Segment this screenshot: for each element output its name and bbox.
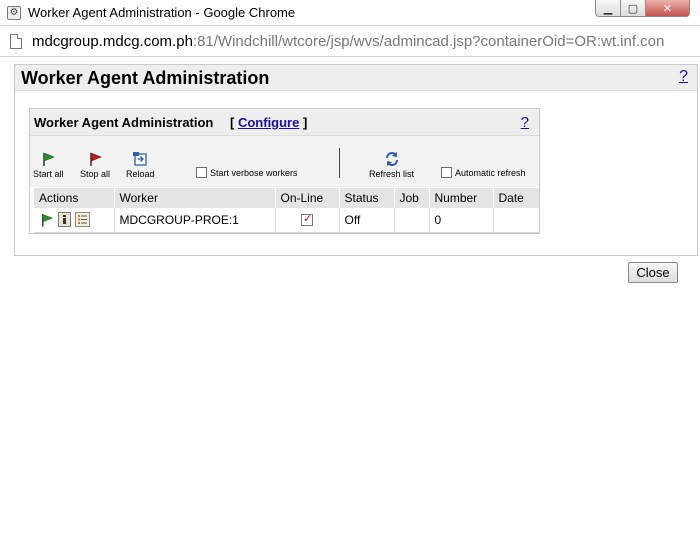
reload-label: Reload — [126, 169, 155, 179]
column-header[interactable]: Worker — [114, 188, 276, 208]
configure-wrapper: [ Configure ] — [230, 115, 307, 130]
automatic-refresh-label: Automatic refresh — [455, 167, 526, 178]
worker-cell: MDCGROUP-PROE:1 — [114, 208, 276, 233]
table-row: MDCGROUP-PROE:1 Off 0 — [34, 208, 539, 233]
outer-panel-header: Worker Agent Administration ? — [15, 65, 697, 91]
reload-button[interactable]: Reload — [126, 151, 155, 179]
log-list-icon[interactable] — [75, 212, 90, 228]
window-controls: ▁ ▢ ✕ — [595, 0, 690, 20]
job-cell — [394, 208, 430, 233]
close-window-icon[interactable]: ✕ — [646, 0, 690, 17]
close-button[interactable]: Close — [628, 262, 678, 283]
table-header-row: Actions Worker On-Line Status Job Number… — [34, 188, 539, 208]
info-icon[interactable] — [58, 212, 71, 228]
url-text[interactable]: mdcgroup.mdcg.com.ph:81/Windchill/wtcore… — [32, 33, 664, 50]
online-cell — [275, 208, 340, 233]
chrome-app-icon: ⚙ — [7, 6, 21, 20]
page-title: Worker Agent Administration — [21, 68, 270, 88]
page-icon — [10, 34, 22, 49]
window-title: Worker Agent Administration - Google Chr… — [28, 5, 296, 20]
reload-icon — [133, 152, 147, 166]
verbose-workers-checkbox[interactable] — [196, 167, 207, 178]
url-host: mdcgroup.mdcg.com.ph — [32, 33, 193, 50]
row-actions — [39, 212, 109, 228]
url-path: :81/Windchill/wtcore/jsp/wvs/admincad.js… — [192, 33, 665, 50]
red-flag-icon — [90, 152, 102, 166]
refresh-list-button[interactable]: Refresh list — [369, 151, 414, 179]
worker-panel: Worker Agent Administration [ Configure … — [29, 108, 540, 234]
stop-all-label: Stop all — [80, 169, 111, 179]
verbose-workers-option[interactable]: Start verbose workers — [196, 167, 298, 178]
actions-cell — [34, 208, 115, 233]
configure-bracket-open: [ — [230, 115, 235, 130]
start-worker-icon[interactable] — [39, 212, 54, 228]
number-cell: 0 — [429, 208, 494, 233]
start-all-label: Start all — [33, 169, 64, 179]
configure-bracket-close: ] — [302, 115, 308, 130]
column-header[interactable]: Job — [394, 188, 430, 208]
outer-panel: Worker Agent Administration ? Worker Age… — [14, 64, 698, 256]
verbose-workers-label: Start verbose workers — [210, 167, 298, 178]
automatic-refresh-checkbox[interactable] — [441, 167, 452, 178]
automatic-refresh-option[interactable]: Automatic refresh — [441, 167, 526, 178]
stop-all-button[interactable]: Stop all — [80, 151, 110, 179]
status-cell: Off — [339, 208, 395, 233]
green-flag-icon — [43, 152, 56, 166]
toolbar-separator — [339, 148, 340, 178]
address-bar[interactable]: mdcgroup.mdcg.com.ph:81/Windchill/wtcore… — [0, 27, 700, 57]
date-cell — [493, 208, 539, 233]
column-header[interactable]: Number — [429, 188, 494, 208]
start-all-button[interactable]: Start all — [33, 151, 64, 179]
column-header[interactable]: Status — [339, 188, 395, 208]
column-header[interactable]: Actions — [34, 188, 115, 208]
window-titlebar: ⚙ Worker Agent Administration - Google C… — [0, 0, 700, 26]
refresh-icon — [385, 152, 398, 166]
configure-link[interactable]: Configure — [238, 115, 299, 130]
maximize-icon[interactable]: ▢ — [621, 0, 646, 17]
minimize-icon[interactable]: ▁ — [595, 0, 621, 17]
page-help-link[interactable]: ? — [679, 68, 688, 86]
workers-table: Actions Worker On-Line Status Job Number… — [34, 188, 539, 233]
worker-panel-header: Worker Agent Administration [ Configure … — [30, 109, 539, 136]
panel-help-link[interactable]: ? — [521, 114, 529, 131]
worker-panel-title: Worker Agent Administration — [34, 115, 214, 130]
online-check-icon — [301, 212, 313, 226]
column-header[interactable]: On-Line — [275, 188, 340, 208]
worker-toolbar: Start all Stop all Reload Start verbose … — [30, 136, 539, 187]
refresh-list-label: Refresh list — [369, 169, 415, 179]
column-header[interactable]: Date — [493, 188, 539, 208]
